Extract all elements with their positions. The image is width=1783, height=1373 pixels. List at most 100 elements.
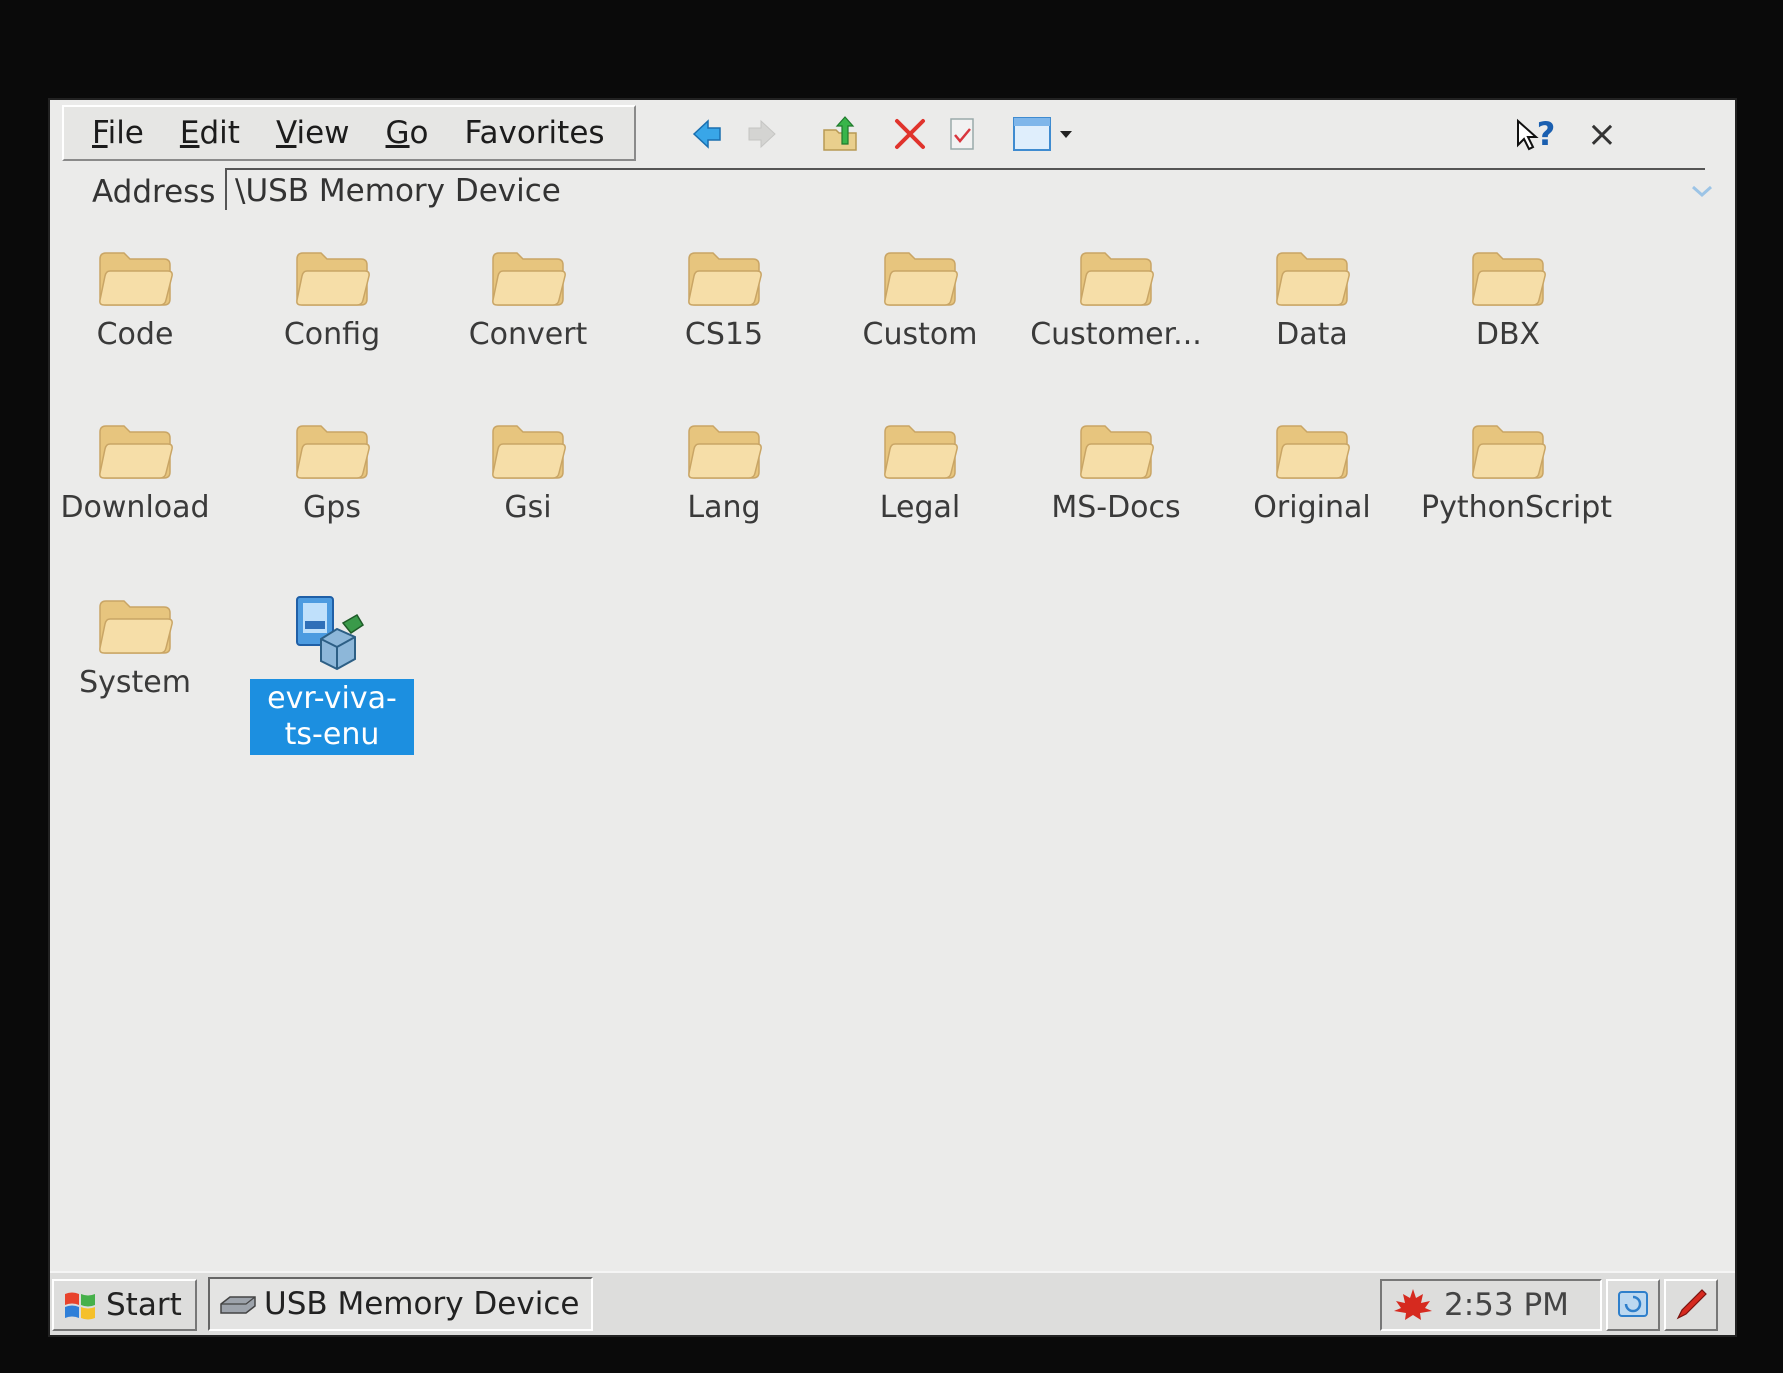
item-label: Customer... xyxy=(1030,317,1202,352)
folder-icon xyxy=(1276,252,1350,306)
folder-item[interactable]: Gsi xyxy=(438,418,618,526)
menu-file[interactable]: File xyxy=(84,115,152,151)
folder-item[interactable]: Lang xyxy=(634,418,814,526)
clock: 2:53 PM xyxy=(1444,1287,1569,1323)
item-label: CS15 xyxy=(684,317,764,352)
close-button[interactable]: × xyxy=(1580,112,1624,156)
item-label: evr-viva-ts-enu xyxy=(250,679,414,755)
input-panel-button[interactable] xyxy=(1664,1279,1718,1331)
item-label: Data xyxy=(1276,317,1348,352)
folder-icon xyxy=(99,425,173,479)
folder-item[interactable]: Download xyxy=(45,418,225,526)
address-input[interactable]: \USB Memory Device xyxy=(225,168,1705,210)
folder-item[interactable]: Config xyxy=(242,245,422,353)
menu-go-label: o xyxy=(409,115,429,151)
folder-icon xyxy=(99,600,173,654)
folder-item[interactable]: Original xyxy=(1222,418,1402,526)
task-usb-memory-device[interactable]: USB Memory Device xyxy=(208,1277,593,1331)
item-label: Gsi xyxy=(504,490,552,525)
folder-item[interactable]: Customer... xyxy=(1026,245,1206,353)
folder-item[interactable]: PythonScript xyxy=(1418,418,1612,526)
menu-edit-label: dit xyxy=(199,115,240,151)
help-label: ? xyxy=(1536,115,1556,153)
menu-view-label: iew xyxy=(296,115,350,151)
taskbar: Start USB Memory Device 2:53 PM xyxy=(50,1271,1735,1335)
pen-icon xyxy=(1676,1289,1707,1320)
item-label: PythonScript xyxy=(1421,490,1613,525)
address-label: Address xyxy=(92,174,216,210)
forward-button[interactable] xyxy=(740,112,784,156)
address-bar: Address \USB Memory Device xyxy=(62,168,1727,214)
folder-item[interactable]: MS-Docs xyxy=(1026,418,1206,526)
menu-view[interactable]: View xyxy=(268,115,358,151)
folder-item[interactable]: CS15 xyxy=(634,245,814,353)
menu-go[interactable]: Go xyxy=(378,115,437,151)
folder-item[interactable]: Legal xyxy=(830,418,1010,526)
properties-button[interactable] xyxy=(940,112,984,156)
folder-icon xyxy=(688,252,762,306)
item-label: Original xyxy=(1253,490,1371,525)
address-dropdown-button[interactable] xyxy=(1685,174,1719,208)
item-label: DBX xyxy=(1475,317,1541,352)
folder-icon xyxy=(1472,425,1546,479)
start-button[interactable]: Start xyxy=(52,1279,197,1331)
folder-icon xyxy=(1472,252,1546,306)
delete-button[interactable] xyxy=(888,112,932,156)
desktop-button[interactable] xyxy=(1606,1279,1660,1331)
windows-logo-icon xyxy=(65,1292,95,1320)
chevron-down-icon xyxy=(1692,185,1712,198)
forward-icon xyxy=(748,119,776,149)
address-value: \USB Memory Device xyxy=(235,173,561,209)
help-icon xyxy=(1516,118,1539,151)
delete-icon xyxy=(895,119,925,149)
menu-file-accel: F xyxy=(92,115,108,151)
folder-icon xyxy=(296,252,370,306)
item-label: Config xyxy=(283,317,381,352)
views-icon xyxy=(1013,117,1072,151)
folder-item[interactable]: System xyxy=(45,593,225,701)
folder-icon xyxy=(492,252,566,306)
folder-item[interactable]: DBX xyxy=(1418,245,1598,353)
system-tray: 2:53 PM xyxy=(1380,1279,1602,1331)
folder-icon xyxy=(884,425,958,479)
folder-item[interactable]: Code xyxy=(45,245,225,353)
item-label: Convert xyxy=(468,317,588,352)
menu-bar: File Edit View Go Favorites xyxy=(62,105,636,161)
drive-icon xyxy=(220,1296,256,1314)
item-label: Lang xyxy=(687,490,761,525)
folder-icon xyxy=(1080,252,1154,306)
folder-item[interactable]: Custom xyxy=(830,245,1010,353)
item-label: Legal xyxy=(879,490,961,525)
folder-item[interactable]: Convert xyxy=(438,245,618,353)
help-button[interactable]: ? xyxy=(1505,112,1565,156)
item-label: Code xyxy=(96,317,174,352)
menu-favorites[interactable]: Favorites xyxy=(457,115,613,151)
screen: File Edit View Go Favorites ? × Address … xyxy=(50,100,1735,1335)
menu-go-accel: G xyxy=(385,115,410,151)
folder-icon xyxy=(1080,425,1154,479)
folder-item[interactable]: Gps xyxy=(242,418,422,526)
folder-item[interactable]: Data xyxy=(1222,245,1402,353)
folder-icon xyxy=(296,425,370,479)
menu-edit[interactable]: Edit xyxy=(172,115,248,151)
up-folder-button[interactable] xyxy=(818,112,862,156)
folder-icon xyxy=(99,252,173,306)
views-button[interactable] xyxy=(1005,112,1085,156)
start-label: Start xyxy=(106,1287,182,1323)
task-label: USB Memory Device xyxy=(264,1286,580,1322)
item-label: Gps xyxy=(303,490,361,525)
item-label: MS-Docs xyxy=(1051,490,1181,525)
item-label: Download xyxy=(60,490,210,525)
folder-icon xyxy=(688,425,762,479)
file-item[interactable]: evr-viva-ts-enu xyxy=(242,593,422,755)
folder-icon xyxy=(492,425,566,479)
properties-icon xyxy=(950,118,974,150)
back-button[interactable] xyxy=(685,112,729,156)
folder-icon xyxy=(1276,425,1350,479)
up-folder-icon xyxy=(823,116,857,151)
maple-leaf-icon[interactable] xyxy=(1392,1287,1434,1323)
item-label: System xyxy=(79,665,191,700)
close-icon: × xyxy=(1586,113,1618,155)
folder-icon xyxy=(884,252,958,306)
menu-favorites-label: Favorites xyxy=(464,115,605,151)
